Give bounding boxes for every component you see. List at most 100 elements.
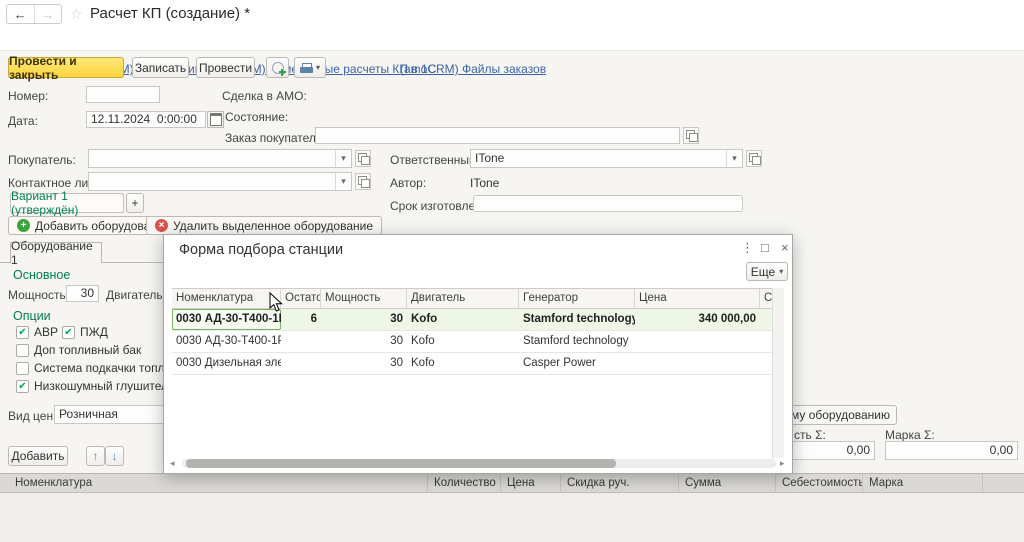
customer-order-open-button[interactable] [683,127,699,144]
cell-power[interactable]: 30 [321,353,407,374]
column-header-generator[interactable]: Генератор [519,289,635,308]
chevron-down-icon[interactable]: ▾ [335,150,351,167]
close-icon[interactable]: × [781,240,789,255]
table-row[interactable]: 0030 Дизельная эле... 30 Kofo Casper Pow… [172,353,780,375]
checkbox-label: ПЖД [80,325,108,339]
column-header-stock[interactable]: Остаток [281,289,321,308]
cell-price[interactable] [635,353,760,374]
buyer-open-button[interactable] [355,150,371,167]
move-down-button[interactable]: ↓ [105,446,124,466]
responsible-combo[interactable]: ITone ▾ [470,149,743,168]
printer-icon [299,63,313,73]
cell-nomenclature[interactable]: 0030 АД-30-Т400-1Р... [172,309,281,330]
checkbox-fuel-pump-system[interactable]: ✔ Система подкачки топлива [16,361,184,375]
column-header-cost[interactable]: Себестоимость [776,474,863,492]
favorite-star-icon[interactable]: ☆ [70,6,83,23]
add-icon: + [17,219,30,232]
maximize-icon[interactable]: □ [761,240,769,255]
column-header-price[interactable]: Цена [635,289,760,308]
checkbox-avr[interactable]: ✔ АВР [16,325,58,339]
column-header-brand[interactable]: Марка [863,474,983,492]
table-row[interactable]: 0030 АД-30-Т400-1Р... 6 30 Kofo Stamford… [172,309,780,331]
margin-total-field[interactable]: 0,00 [885,441,1018,460]
cell-price[interactable] [635,331,760,352]
equipment-tab[interactable]: Оборудование 1 [10,239,102,267]
add-row-button[interactable]: Добавить [8,446,68,466]
customer-order-field[interactable] [315,127,680,144]
kebab-menu-icon[interactable]: ⋮ [741,240,754,256]
column-header-sum[interactable]: Сумма [679,474,776,492]
more-button[interactable]: Еще ▾ [746,262,788,281]
column-header-nomenclature[interactable]: Номенклатура [0,474,428,492]
add-variant-button[interactable]: + [126,193,144,213]
delete-equipment-button[interactable]: × Удалить выделенное оборудование [146,216,382,235]
price-type-combo[interactable]: Розничная [54,405,180,424]
checkbox-low-noise-muffler[interactable]: ✔ Низкошумный глушитель [16,379,174,393]
tab-amocrm-order-files[interactable]: (amoCRM) Файлы заказов [400,62,546,76]
customer-order-label: Заказ покупателя: [225,131,326,145]
post-button[interactable]: Провести [196,57,255,78]
checkbox-label: Доп топливный бак [34,343,142,357]
checkbox-icon: ✔ [62,325,75,339]
column-header-price[interactable]: Цена [501,474,561,492]
power-label: Мощность: [8,288,70,302]
contact-open-button[interactable] [355,173,371,190]
cell-stock[interactable]: 6 [281,309,321,330]
checkbox-label: Низкошумный глушитель [34,379,175,393]
cell-generator[interactable]: Casper Power [519,353,635,374]
column-header-quantity[interactable]: Количество [428,474,501,492]
print-button[interactable]: ▾ [294,57,326,78]
state-label: Состояние: [225,110,289,124]
cell-power[interactable]: 30 [321,309,407,330]
responsible-open-button[interactable] [746,150,762,167]
table-row[interactable]: 0030 АД-30-Т400-1Р... 30 Kofo Stamford t… [172,331,780,353]
checkbox-icon: ✔ [16,361,29,375]
contact-combo[interactable]: ▾ [88,172,352,191]
date-picker-button[interactable] [207,111,224,128]
cell-stock[interactable] [281,331,321,352]
chevron-down-icon[interactable]: ▾ [726,150,742,167]
cell-engine[interactable]: Kofo [407,353,519,374]
forward-icon[interactable]: → [33,5,62,23]
post-and-close-button[interactable]: Провести и закрыть [8,54,124,82]
checkbox-extra-fuel-tank[interactable]: ✔ Доп топливный бак [16,343,141,357]
author-label: Автор: [390,176,427,190]
column-header-power[interactable]: Мощность [321,289,407,308]
cell-nomenclature[interactable]: 0030 АД-30-Т400-1Р... [172,331,281,352]
cell-power[interactable]: 30 [321,331,407,352]
scroll-left-icon[interactable]: ◂ [170,458,175,469]
create-based-on-button[interactable] [266,57,289,78]
move-up-button[interactable]: ↑ [86,446,105,466]
variant-tab[interactable]: Вариант 1 (утверждён) [10,189,124,217]
horizontal-scrollbar-thumb[interactable] [186,459,616,468]
lead-time-field[interactable] [473,195,743,212]
cell-price[interactable]: 340 000,00 [635,309,760,330]
cell-generator[interactable]: Stamford technology [519,331,635,352]
number-label: Номер: [8,89,49,103]
back-icon[interactable]: ← [7,5,34,23]
save-button[interactable]: Записать [132,57,189,78]
vertical-scrollbar[interactable] [772,288,784,458]
number-field[interactable] [86,86,160,103]
column-header-engine[interactable]: Двигатель [407,289,519,308]
scroll-right-icon[interactable]: ▸ [780,458,785,469]
checkbox-label: АВР [34,325,59,339]
cell-stock[interactable] [281,353,321,374]
column-header-nomenclature[interactable]: Номенклатура [172,289,281,308]
cell-engine[interactable]: Kofo [407,309,519,330]
chevron-down-icon[interactable]: ▾ [335,173,351,190]
cell-nomenclature[interactable]: 0030 Дизельная эле... [172,353,281,374]
date-label: Дата: [8,114,38,128]
calendar-icon [209,113,222,126]
buyer-combo[interactable]: ▾ [88,149,352,168]
engine-label: Двигатель: [106,288,166,302]
cell-generator[interactable]: Stamford technology [519,309,635,330]
power-field[interactable]: 30 [66,285,99,302]
nav-group: ← → [6,4,62,24]
column-header-manual-discount[interactable]: Скидка руч. [561,474,679,492]
checkbox-icon: ✔ [16,343,29,357]
checkbox-pzhd[interactable]: ✔ ПЖД [62,325,108,339]
cell-engine[interactable]: Kofo [407,331,519,352]
date-field[interactable]: 12.11.2024 0:00:00 [86,111,206,128]
delete-icon: × [155,219,168,232]
